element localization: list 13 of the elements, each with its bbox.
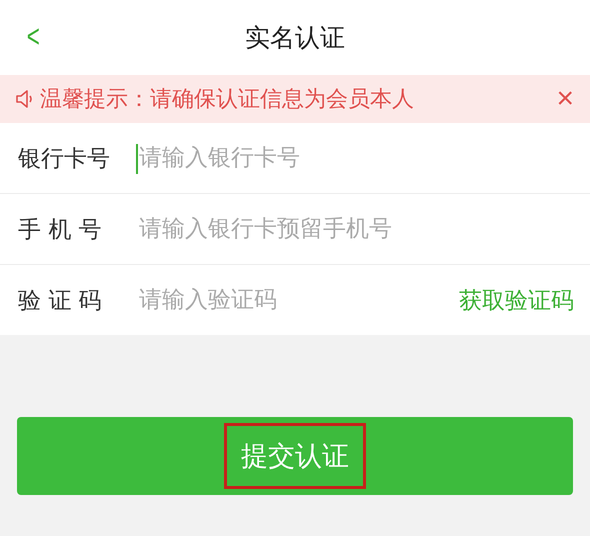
field-label: 银行卡号: [18, 144, 111, 174]
field-label: 验 证 码: [18, 286, 103, 316]
back-button[interactable]: <: [22, 18, 44, 55]
notice-text: 温馨提示：请确保认证信息为会员本人: [40, 86, 415, 114]
get-code-link[interactable]: 获取验证码: [459, 284, 574, 316]
field-label: 手 机 号: [18, 216, 103, 244]
page-title: 实名认证: [245, 22, 345, 54]
input-field[interactable]: 请输入银行卡号: [136, 145, 574, 171]
close-button[interactable]: ×: [552, 82, 578, 116]
submit-button[interactable]: 提交认证: [17, 417, 573, 495]
highlight-frame: 提交认证: [224, 423, 366, 489]
input-field[interactable]: 请输入银行卡预留手机号: [136, 216, 574, 242]
input-field[interactable]: 请输入验证码: [136, 287, 459, 313]
